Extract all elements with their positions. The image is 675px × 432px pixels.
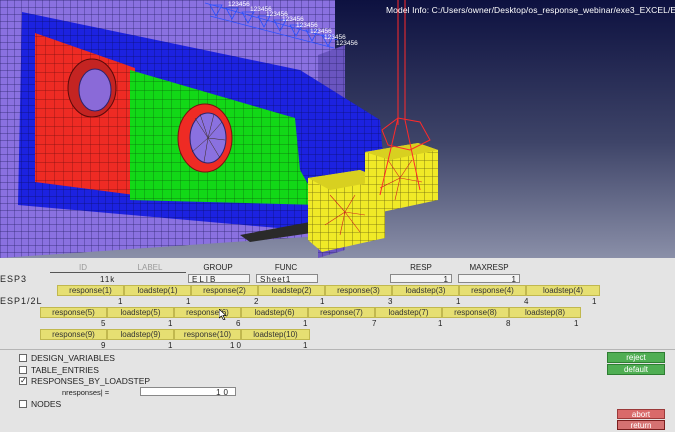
loadstep-3-button[interactable]: loadstep(3) [392,285,459,296]
responses-by-loadstep-checkbox[interactable]: ✓ [19,377,27,385]
response-5-button[interactable]: response(5) [40,307,107,318]
reject-button[interactable]: reject [607,352,665,363]
loadstep-10-button[interactable]: loadstep(10) [241,329,310,340]
loadstep-8-value[interactable]: 1 [574,319,578,328]
responses-by-loadstep-label: RESPONSES_BY_LOADSTEP [31,376,151,386]
card-row2-title: ESP1/2L [0,296,43,306]
response-8-button[interactable]: response(8) [442,307,509,318]
header-id-underline [50,272,118,273]
mouse-cursor-icon [219,309,227,320]
field-maxresp[interactable]: 1 [458,274,520,284]
card-edit-panel: ID LABEL GROUP FUNC RESP MAXRESP ESP3 11… [0,258,675,432]
nresponses-label: nresponses| = [62,388,110,397]
graphics-viewport[interactable]: 123456 123456 123456 123456 123456 12345… [0,0,675,258]
loadstep-6-button[interactable]: loadstep(6) [241,307,308,318]
return-button[interactable]: return [617,420,665,430]
yellow-lug-back [365,143,438,212]
loadstep-7-value[interactable]: 1 [438,319,442,328]
response-8-value[interactable]: 8 [506,319,510,328]
header-label: LABEL [137,263,163,272]
loadstep-8-button[interactable]: loadstep(8) [509,307,581,318]
response-7-button[interactable]: response(7) [308,307,375,318]
response-2-button[interactable]: response(2) [191,285,258,296]
loadstep-1-button[interactable]: loadstep(1) [124,285,191,296]
response-6-button[interactable]: response(6) [174,307,241,318]
loadstep-9-button[interactable]: loadstep(9) [107,329,174,340]
header-label-underline [118,272,186,273]
loadstep-7-button[interactable]: loadstep(7) [375,307,442,318]
response-2-value[interactable]: 2 [254,297,258,306]
header-resp: RESP [410,263,432,272]
design-variables-label: DESIGN_VARIABLES [31,353,115,363]
field-id-value[interactable]: 11k [100,275,115,284]
panel-divider [0,349,675,350]
table-entries-label: TABLE_ENTRIES [31,365,99,375]
table-entries-checkbox[interactable] [19,366,27,374]
response-9-button[interactable]: response(9) [40,329,107,340]
loadstep-5-value[interactable]: 1 [168,319,172,328]
abort-button[interactable]: abort [617,409,665,419]
response-3-button[interactable]: response(3) [325,285,392,296]
response-1-value[interactable]: 1 [118,297,122,306]
header-func: FUNC [274,263,298,272]
loadstep-4-button[interactable]: loadstep(4) [526,285,600,296]
svg-text:123456: 123456 [228,1,250,8]
header-id: ID [79,263,87,272]
hole-middle [177,103,233,173]
loadstep-6-value[interactable]: 1 [303,319,307,328]
header-group: GROUP [203,263,233,272]
field-func[interactable]: Sheet1 [256,274,318,284]
nresponses-input[interactable]: 10 [140,387,236,397]
loadstep-4-value[interactable]: 1 [592,297,596,306]
response-6-value[interactable]: 6 [236,319,240,328]
model-info-text: Model Info: C:/Users/owner/Desktop/os_re… [386,5,675,15]
loadstep-2-button[interactable]: loadstep(2) [258,285,325,296]
loadstep-1-value[interactable]: 1 [186,297,190,306]
header-maxresp: MAXRESP [469,263,509,272]
loadstep-3-value[interactable]: 1 [456,297,460,306]
model-canvas[interactable]: 123456 123456 123456 123456 123456 12345… [0,0,675,258]
loadstep-5-button[interactable]: loadstep(5) [107,307,174,318]
hole-left [67,58,117,118]
nodes-checkbox[interactable] [19,400,27,408]
field-group[interactable]: ELIB [188,274,250,284]
response-4-button[interactable]: response(4) [459,285,526,296]
response-7-value[interactable]: 7 [372,319,376,328]
nodes-label: NODES [31,399,62,409]
svg-text:123456: 123456 [336,40,358,47]
check-mark-icon: ✓ [20,376,27,385]
response-3-value[interactable]: 3 [388,297,392,306]
response-10-button[interactable]: response(10) [174,329,241,340]
loadstep-2-value[interactable]: 1 [320,297,324,306]
card-row-title: ESP3 [0,274,28,284]
response-4-value[interactable]: 4 [524,297,528,306]
response-5-value[interactable]: 5 [101,319,105,328]
design-variables-checkbox[interactable] [19,354,27,362]
response-1-button[interactable]: response(1) [57,285,124,296]
default-button[interactable]: default [607,364,665,375]
field-resp[interactable]: 1 [390,274,452,284]
